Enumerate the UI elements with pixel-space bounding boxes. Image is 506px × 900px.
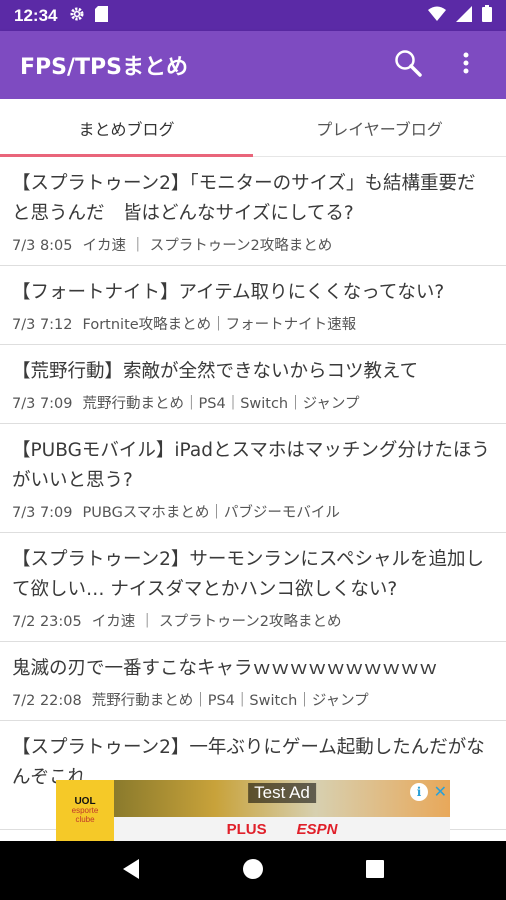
article-source: PUBGスマホまとめ｜パブジーモバイル [82, 505, 340, 521]
tab-label: プレイヤーブログ [316, 119, 443, 139]
app-title: FPS/TPSまとめ [20, 55, 189, 80]
article-title: 【荒野行動】索敵が全然できないからコツ教えて [12, 361, 419, 382]
list-item[interactable]: 鬼滅の刃で一番すこなキャラｗｗｗｗｗｗｗｗｗｗ 7/2 22:08 荒野行動まとめ… [0, 642, 506, 721]
ad-logo-line: clube [75, 815, 95, 824]
search-button[interactable] [388, 45, 428, 85]
ad-banner[interactable]: UOL esporte clube Test Ad i ✕ PLUS ESPN [56, 780, 450, 841]
list-item[interactable]: 【荒野行動】索敵が全然できないからコツ教えて 7/3 7:09 荒野行動まとめ｜P… [0, 345, 506, 424]
article-title: 【スプラトゥーン2】「モニターのサイズ」も結構重要だと思うんだ 皆はどんなサイズ… [12, 173, 476, 224]
article-date: 7/2 22:08 [12, 693, 82, 709]
overflow-menu-icon [463, 52, 469, 78]
overflow-menu-button[interactable] [446, 45, 486, 85]
ad-image: Test Ad i ✕ PLUS ESPN [114, 780, 450, 841]
list-item[interactable]: 【スプラトゥーン2】「モニターのサイズ」も結構重要だと思うんだ 皆はどんなサイズ… [0, 157, 506, 266]
gear-icon [69, 6, 85, 26]
signal-icon [456, 5, 472, 26]
sd-card-icon [95, 5, 109, 26]
home-button[interactable] [233, 851, 273, 891]
ad-logo: UOL esporte clube [56, 780, 114, 841]
ad-brand-espn: ESPN [296, 820, 338, 838]
article-date: 7/2 23:05 [12, 614, 82, 630]
ad-label: Test Ad [248, 783, 316, 803]
article-title: 【フォートナイト】アイテム取りにくくなってない? [12, 282, 445, 303]
tab-matome-blog[interactable]: まとめブログ [0, 99, 253, 157]
article-date: 7/3 7:09 [12, 396, 73, 412]
article-title: 【PUBGモバイル】iPadとスマホはマッチング分けたほうがいいと思う? [12, 440, 490, 491]
status-bar: 12:34 [0, 0, 506, 31]
back-icon [121, 858, 141, 884]
search-icon [393, 48, 423, 82]
ad-logo-line: esporte [71, 806, 99, 815]
recents-button[interactable] [355, 851, 395, 891]
battery-icon [482, 5, 492, 26]
article-date: 7/3 7:12 [12, 317, 73, 333]
article-source: Fortnite攻略まとめ｜フォートナイト速報 [82, 317, 357, 333]
wifi-icon [428, 6, 446, 25]
back-button[interactable] [111, 851, 151, 891]
article-title: 【スプラトゥーン2】サーモンランにスペシャルを追加して欲しい… ナイスダマとかハ… [12, 549, 485, 600]
article-list[interactable]: 【スプラトゥーン2】「モニターのサイズ」も結構重要だと思うんだ 皆はどんなサイズ… [0, 157, 506, 841]
article-source: 荒野行動まとめ｜PS4｜Switch｜ジャンプ [91, 693, 369, 709]
app-bar: FPS/TPSまとめ [0, 31, 506, 99]
article-date: 7/3 7:09 [12, 505, 73, 521]
system-nav-bar [0, 841, 506, 900]
list-item[interactable]: 【スプラトゥーン2】サーモンランにスペシャルを追加して欲しい… ナイスダマとかハ… [0, 533, 506, 642]
ad-close-icon[interactable]: ✕ [434, 782, 447, 801]
ad-logo-line: UOL [74, 796, 96, 807]
ad-brand-plus: PLUS [226, 820, 267, 838]
article-title: 鬼滅の刃で一番すこなキャラｗｗｗｗｗｗｗｗｗｗ [12, 658, 438, 679]
article-date: 7/3 8:05 [12, 238, 73, 254]
tab-label: まとめブログ [78, 119, 175, 139]
tab-bar: まとめブログ プレイヤーブログ [0, 99, 506, 157]
list-item[interactable]: 【PUBGモバイル】iPadとスマホはマッチング分けたほうがいいと思う? 7/3… [0, 424, 506, 533]
ad-info-icon[interactable]: i [410, 783, 428, 801]
home-icon [242, 858, 264, 884]
list-item[interactable]: 【フォートナイト】アイテム取りにくくなってない? 7/3 7:12 Fortnit… [0, 266, 506, 345]
recents-icon [365, 859, 385, 883]
tab-player-blog[interactable]: プレイヤーブログ [253, 99, 506, 156]
article-source: 荒野行動まとめ｜PS4｜Switch｜ジャンプ [82, 396, 360, 412]
article-source: イカ速 ｜ スプラトゥーン2攻略まとめ [82, 238, 333, 254]
article-source: イカ速 ｜ スプラトゥーン2攻略まとめ [91, 614, 342, 630]
status-time: 12:34 [14, 5, 58, 25]
